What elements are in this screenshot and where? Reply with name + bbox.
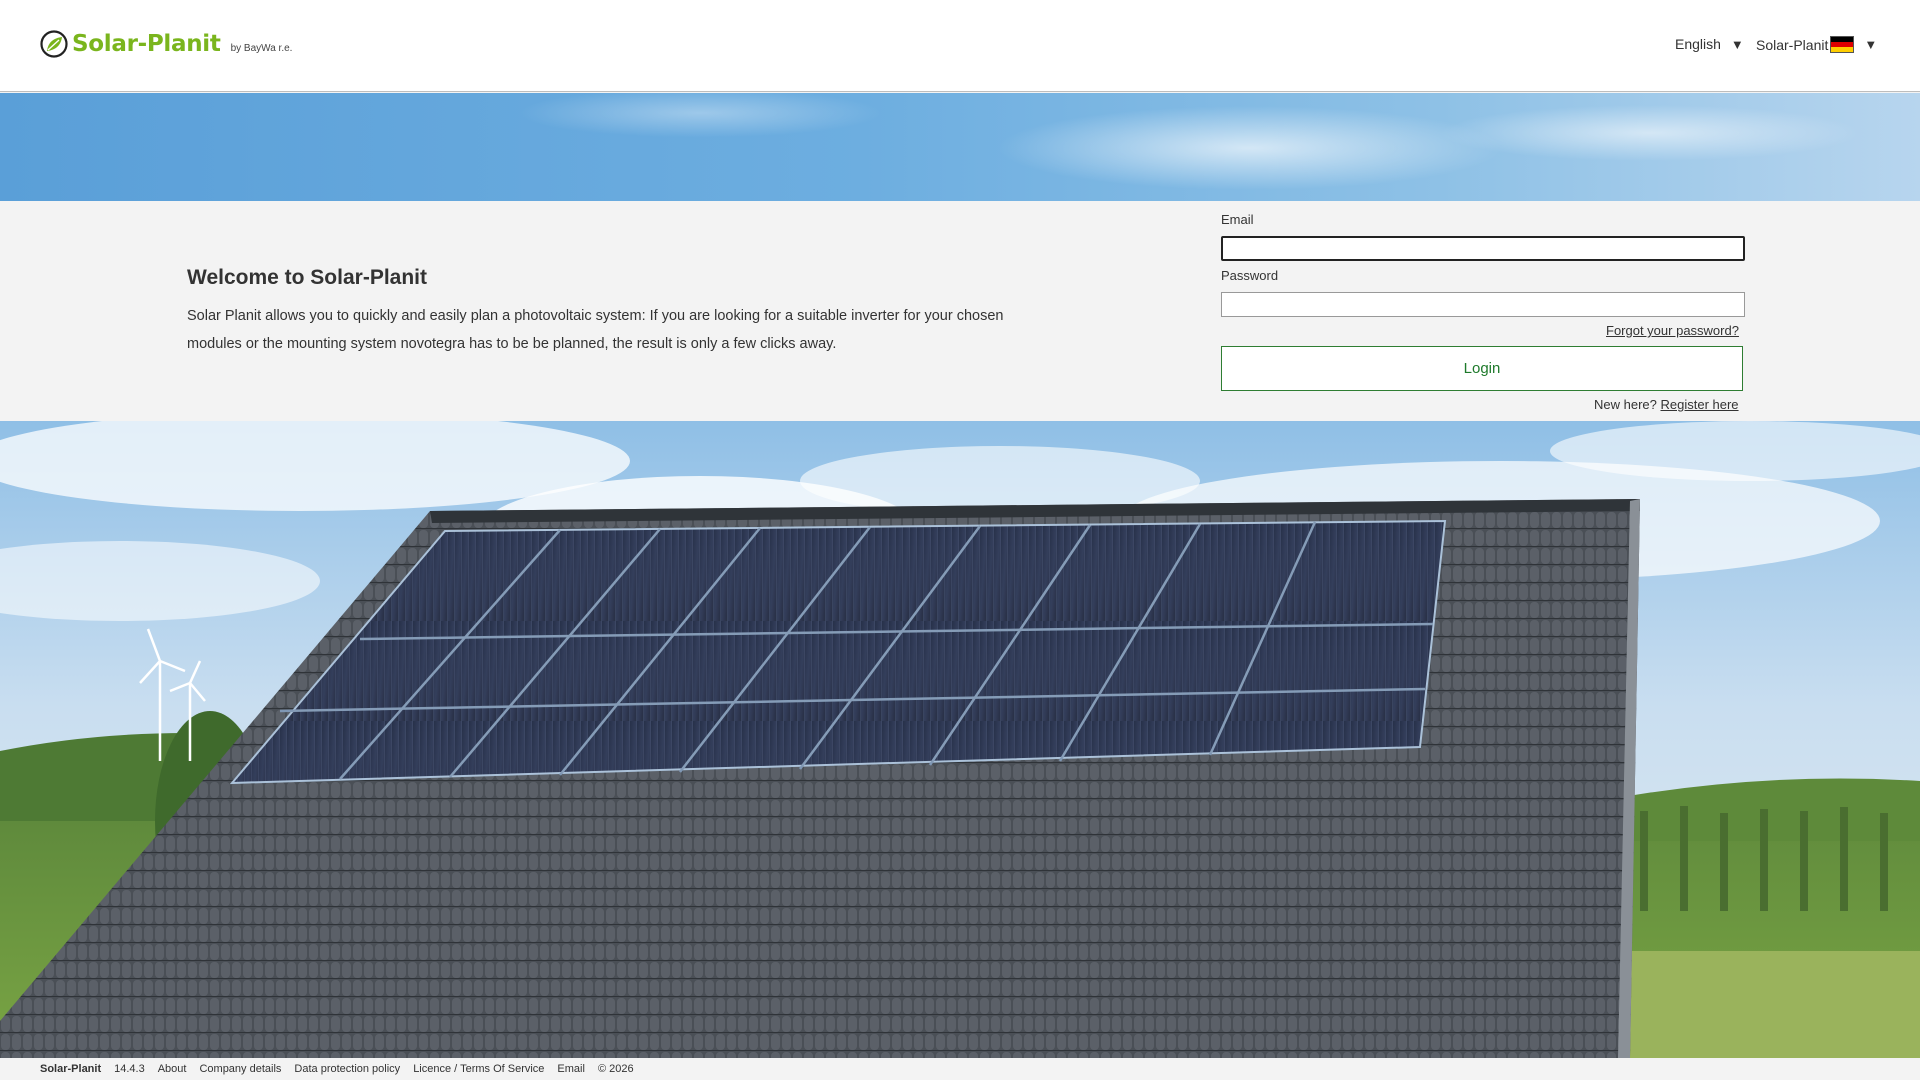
- footer-link-company-details[interactable]: Company details: [199, 1063, 281, 1075]
- solar-roof-illustration: [0, 421, 1920, 1058]
- register-link[interactable]: Register here: [1661, 397, 1739, 412]
- login-button[interactable]: Login: [1221, 346, 1743, 391]
- language-selector[interactable]: English ▼: [1675, 36, 1744, 52]
- forgot-password-link[interactable]: Forgot your password?: [1606, 323, 1739, 338]
- top-header: Solar-Planit by BayWa r.e. English ▼ Sol…: [0, 0, 1920, 92]
- footer-brand: Solar-Planit: [40, 1063, 102, 1075]
- language-label: English: [1675, 36, 1721, 52]
- welcome-title: Welcome to Solar-Planit: [187, 266, 427, 289]
- footer-link-terms[interactable]: Licence / Terms Of Service: [413, 1063, 544, 1075]
- footer-link-data-protection[interactable]: Data protection policy: [294, 1063, 400, 1075]
- brand-label: Solar-Planit: [1756, 36, 1829, 53]
- footer-link-about[interactable]: About: [158, 1063, 187, 1075]
- email-label: Email: [1221, 212, 1254, 227]
- footer-copyright: © 2026: [597, 1063, 634, 1075]
- login-panel: Welcome to Solar-Planit Solar Planit all…: [0, 201, 1920, 421]
- sky-banner: [0, 93, 1920, 201]
- germany-flag-icon: [1830, 36, 1855, 53]
- chevron-down-icon: ▼: [1864, 37, 1878, 52]
- logo-text: Solar-Planit: [72, 31, 221, 57]
- brand-country-selector[interactable]: Solar-Planit ▼: [1756, 36, 1877, 53]
- logo-by-text: by BayWa r.e.: [230, 42, 293, 54]
- register-prompt: New here? Register here: [1594, 397, 1739, 412]
- new-here-text: New here?: [1594, 397, 1657, 412]
- footer-version: 14.4.3: [114, 1063, 145, 1075]
- welcome-text: Solar Planit allows you to quickly and e…: [187, 308, 1004, 352]
- footer-link-email[interactable]: Email: [557, 1063, 585, 1075]
- page-footer: Solar-Planit 14.4.3 About Company detail…: [0, 1058, 1920, 1080]
- hero-solar-roof-image: [0, 421, 1920, 1058]
- email-field[interactable]: [1221, 236, 1745, 261]
- password-label: Password: [1221, 268, 1279, 283]
- password-field[interactable]: [1221, 292, 1745, 317]
- solar-planit-logo[interactable]: Solar-Planit by BayWa r.e.: [40, 30, 292, 58]
- chevron-down-icon: ▼: [1730, 36, 1744, 52]
- leaf-logo-icon: [40, 30, 68, 58]
